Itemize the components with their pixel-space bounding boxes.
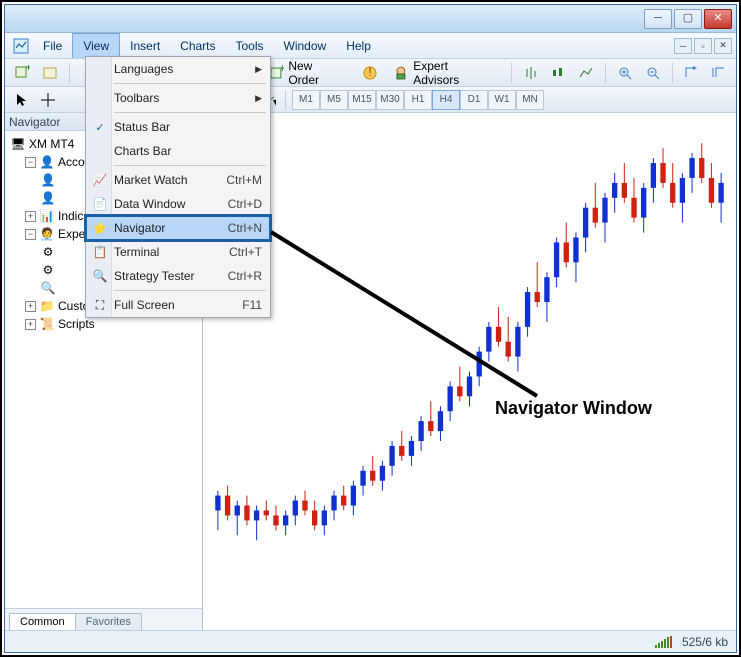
menu-window[interactable]: Window bbox=[274, 33, 337, 58]
candle-chart-icon[interactable] bbox=[547, 62, 569, 84]
check-icon: ✓ bbox=[90, 121, 110, 134]
autotrading-icon[interactable]: ! bbox=[359, 62, 381, 84]
tf-mn[interactable]: MN bbox=[516, 90, 544, 110]
new-order-label: New Order bbox=[288, 59, 345, 87]
bar-chart-icon[interactable] bbox=[520, 62, 542, 84]
zoom-out-icon[interactable] bbox=[642, 62, 664, 84]
accounts-icon: 👤 bbox=[40, 155, 54, 169]
account-icon: 👤 bbox=[41, 173, 55, 187]
menu-strategytester[interactable]: 🔍Strategy TesterCtrl+R bbox=[86, 264, 270, 288]
expert-icon: 🔍 bbox=[41, 281, 55, 295]
crosshair-icon[interactable] bbox=[37, 89, 59, 111]
expert-icon: ⚙ bbox=[41, 245, 55, 259]
expand-icon[interactable]: + bbox=[25, 319, 36, 330]
menu-chartsbar[interactable]: Charts Bar bbox=[86, 139, 270, 163]
connection-bars-icon bbox=[655, 636, 672, 648]
menu-marketwatch[interactable]: 📈Market WatchCtrl+M bbox=[86, 168, 270, 192]
statusbar: 525/6 kb bbox=[5, 630, 736, 652]
status-traffic: 525/6 kb bbox=[682, 635, 728, 649]
annotation-arrow bbox=[267, 228, 547, 408]
account-icon: 👤 bbox=[41, 191, 55, 205]
svg-text:!: ! bbox=[368, 65, 371, 79]
menu-languages[interactable]: Languages▶ bbox=[86, 57, 270, 81]
shift-icon[interactable] bbox=[708, 62, 730, 84]
autoscroll-icon[interactable] bbox=[681, 62, 703, 84]
tree-scripts[interactable]: Scripts bbox=[58, 317, 95, 331]
menu-insert[interactable]: Insert bbox=[120, 33, 170, 58]
expert-advisors-icon bbox=[393, 65, 409, 81]
terminal-icon: 🖥 bbox=[11, 137, 25, 151]
tf-w1[interactable]: W1 bbox=[488, 90, 516, 110]
tf-h1[interactable]: H1 bbox=[404, 90, 432, 110]
expert-icon: ⚙ bbox=[41, 263, 55, 277]
svg-text:+: + bbox=[25, 65, 30, 74]
indicators-folder-icon: 📊 bbox=[40, 209, 54, 223]
expand-icon[interactable]: + bbox=[25, 301, 36, 312]
menu-file[interactable]: File bbox=[33, 33, 72, 58]
menu-tools[interactable]: Tools bbox=[226, 33, 274, 58]
svg-text:▾: ▾ bbox=[273, 95, 276, 108]
tf-h4[interactable]: H4 bbox=[432, 90, 460, 110]
scripts-icon: 📜 bbox=[40, 317, 54, 331]
custom-folder-icon: 📁 bbox=[40, 299, 54, 313]
app-icon bbox=[9, 33, 33, 58]
marketwatch-icon: 📈 bbox=[90, 173, 110, 187]
tree-root[interactable]: XM MT4 bbox=[29, 137, 74, 151]
terminal-menu-icon: 📋 bbox=[90, 245, 110, 259]
tf-m15[interactable]: M15 bbox=[348, 90, 376, 110]
new-chart-icon[interactable]: + bbox=[11, 62, 33, 84]
tf-m30[interactable]: M30 bbox=[376, 90, 404, 110]
timeframe-group: M1 M5 M15 M30 H1 H4 D1 W1 MN bbox=[292, 90, 544, 110]
menu-charts[interactable]: Charts bbox=[170, 33, 225, 58]
menu-statusbar[interactable]: ✓Status Bar bbox=[86, 115, 270, 139]
line-chart-icon[interactable] bbox=[575, 62, 597, 84]
menu-toolbars[interactable]: Toolbars▶ bbox=[86, 86, 270, 110]
mdi-close[interactable]: ✕ bbox=[714, 38, 732, 54]
expert-advisors-label: Expert Advisors bbox=[413, 59, 495, 87]
expand-icon[interactable]: − bbox=[25, 157, 36, 168]
window-titlebar: ─ ▢ ✕ bbox=[5, 5, 736, 33]
nav-tab-common[interactable]: Common bbox=[9, 613, 76, 630]
profiles-icon[interactable] bbox=[39, 62, 61, 84]
mdi-minimize[interactable]: ─ bbox=[674, 38, 692, 54]
mdi-restore[interactable]: ▫ bbox=[694, 38, 712, 54]
close-btn[interactable]: ✕ bbox=[704, 9, 732, 29]
navigator-icon: ⭐ bbox=[90, 221, 110, 235]
menu-navigator[interactable]: ⭐NavigatorCtrl+N bbox=[86, 216, 270, 240]
maximize-btn[interactable]: ▢ bbox=[674, 9, 702, 29]
minimize-btn[interactable]: ─ bbox=[644, 9, 672, 29]
menu-help[interactable]: Help bbox=[336, 33, 381, 58]
menu-datawindow[interactable]: 📄Data WindowCtrl+D bbox=[86, 192, 270, 216]
annotation-text: Navigator Window bbox=[495, 398, 652, 419]
tf-m5[interactable]: M5 bbox=[320, 90, 348, 110]
experts-icon: 🧑‍💼 bbox=[40, 227, 54, 241]
view-menu-dropdown: Languages▶ Toolbars▶ ✓Status Bar Charts … bbox=[85, 56, 271, 318]
menu-fullscreen[interactable]: ⛶Full ScreenF11 bbox=[86, 293, 270, 317]
expert-advisors-button[interactable]: Expert Advisors bbox=[386, 56, 502, 90]
datawindow-icon: 📄 bbox=[90, 197, 110, 211]
nav-tab-favorites[interactable]: Favorites bbox=[75, 613, 142, 630]
fullscreen-icon: ⛶ bbox=[90, 298, 110, 313]
menu-view[interactable]: View bbox=[72, 33, 120, 58]
new-order-button[interactable]: + New Order bbox=[262, 56, 353, 90]
tf-m1[interactable]: M1 bbox=[292, 90, 320, 110]
svg-text:+: + bbox=[278, 65, 284, 75]
tf-d1[interactable]: D1 bbox=[460, 90, 488, 110]
expand-icon[interactable]: + bbox=[25, 211, 36, 222]
menu-terminal[interactable]: 📋TerminalCtrl+T bbox=[86, 240, 270, 264]
cursor-icon[interactable] bbox=[11, 89, 33, 111]
tester-icon: 🔍 bbox=[90, 269, 110, 283]
navigator-title: Navigator bbox=[9, 115, 60, 129]
expand-icon[interactable]: − bbox=[25, 229, 36, 240]
zoom-in-icon[interactable] bbox=[614, 62, 636, 84]
